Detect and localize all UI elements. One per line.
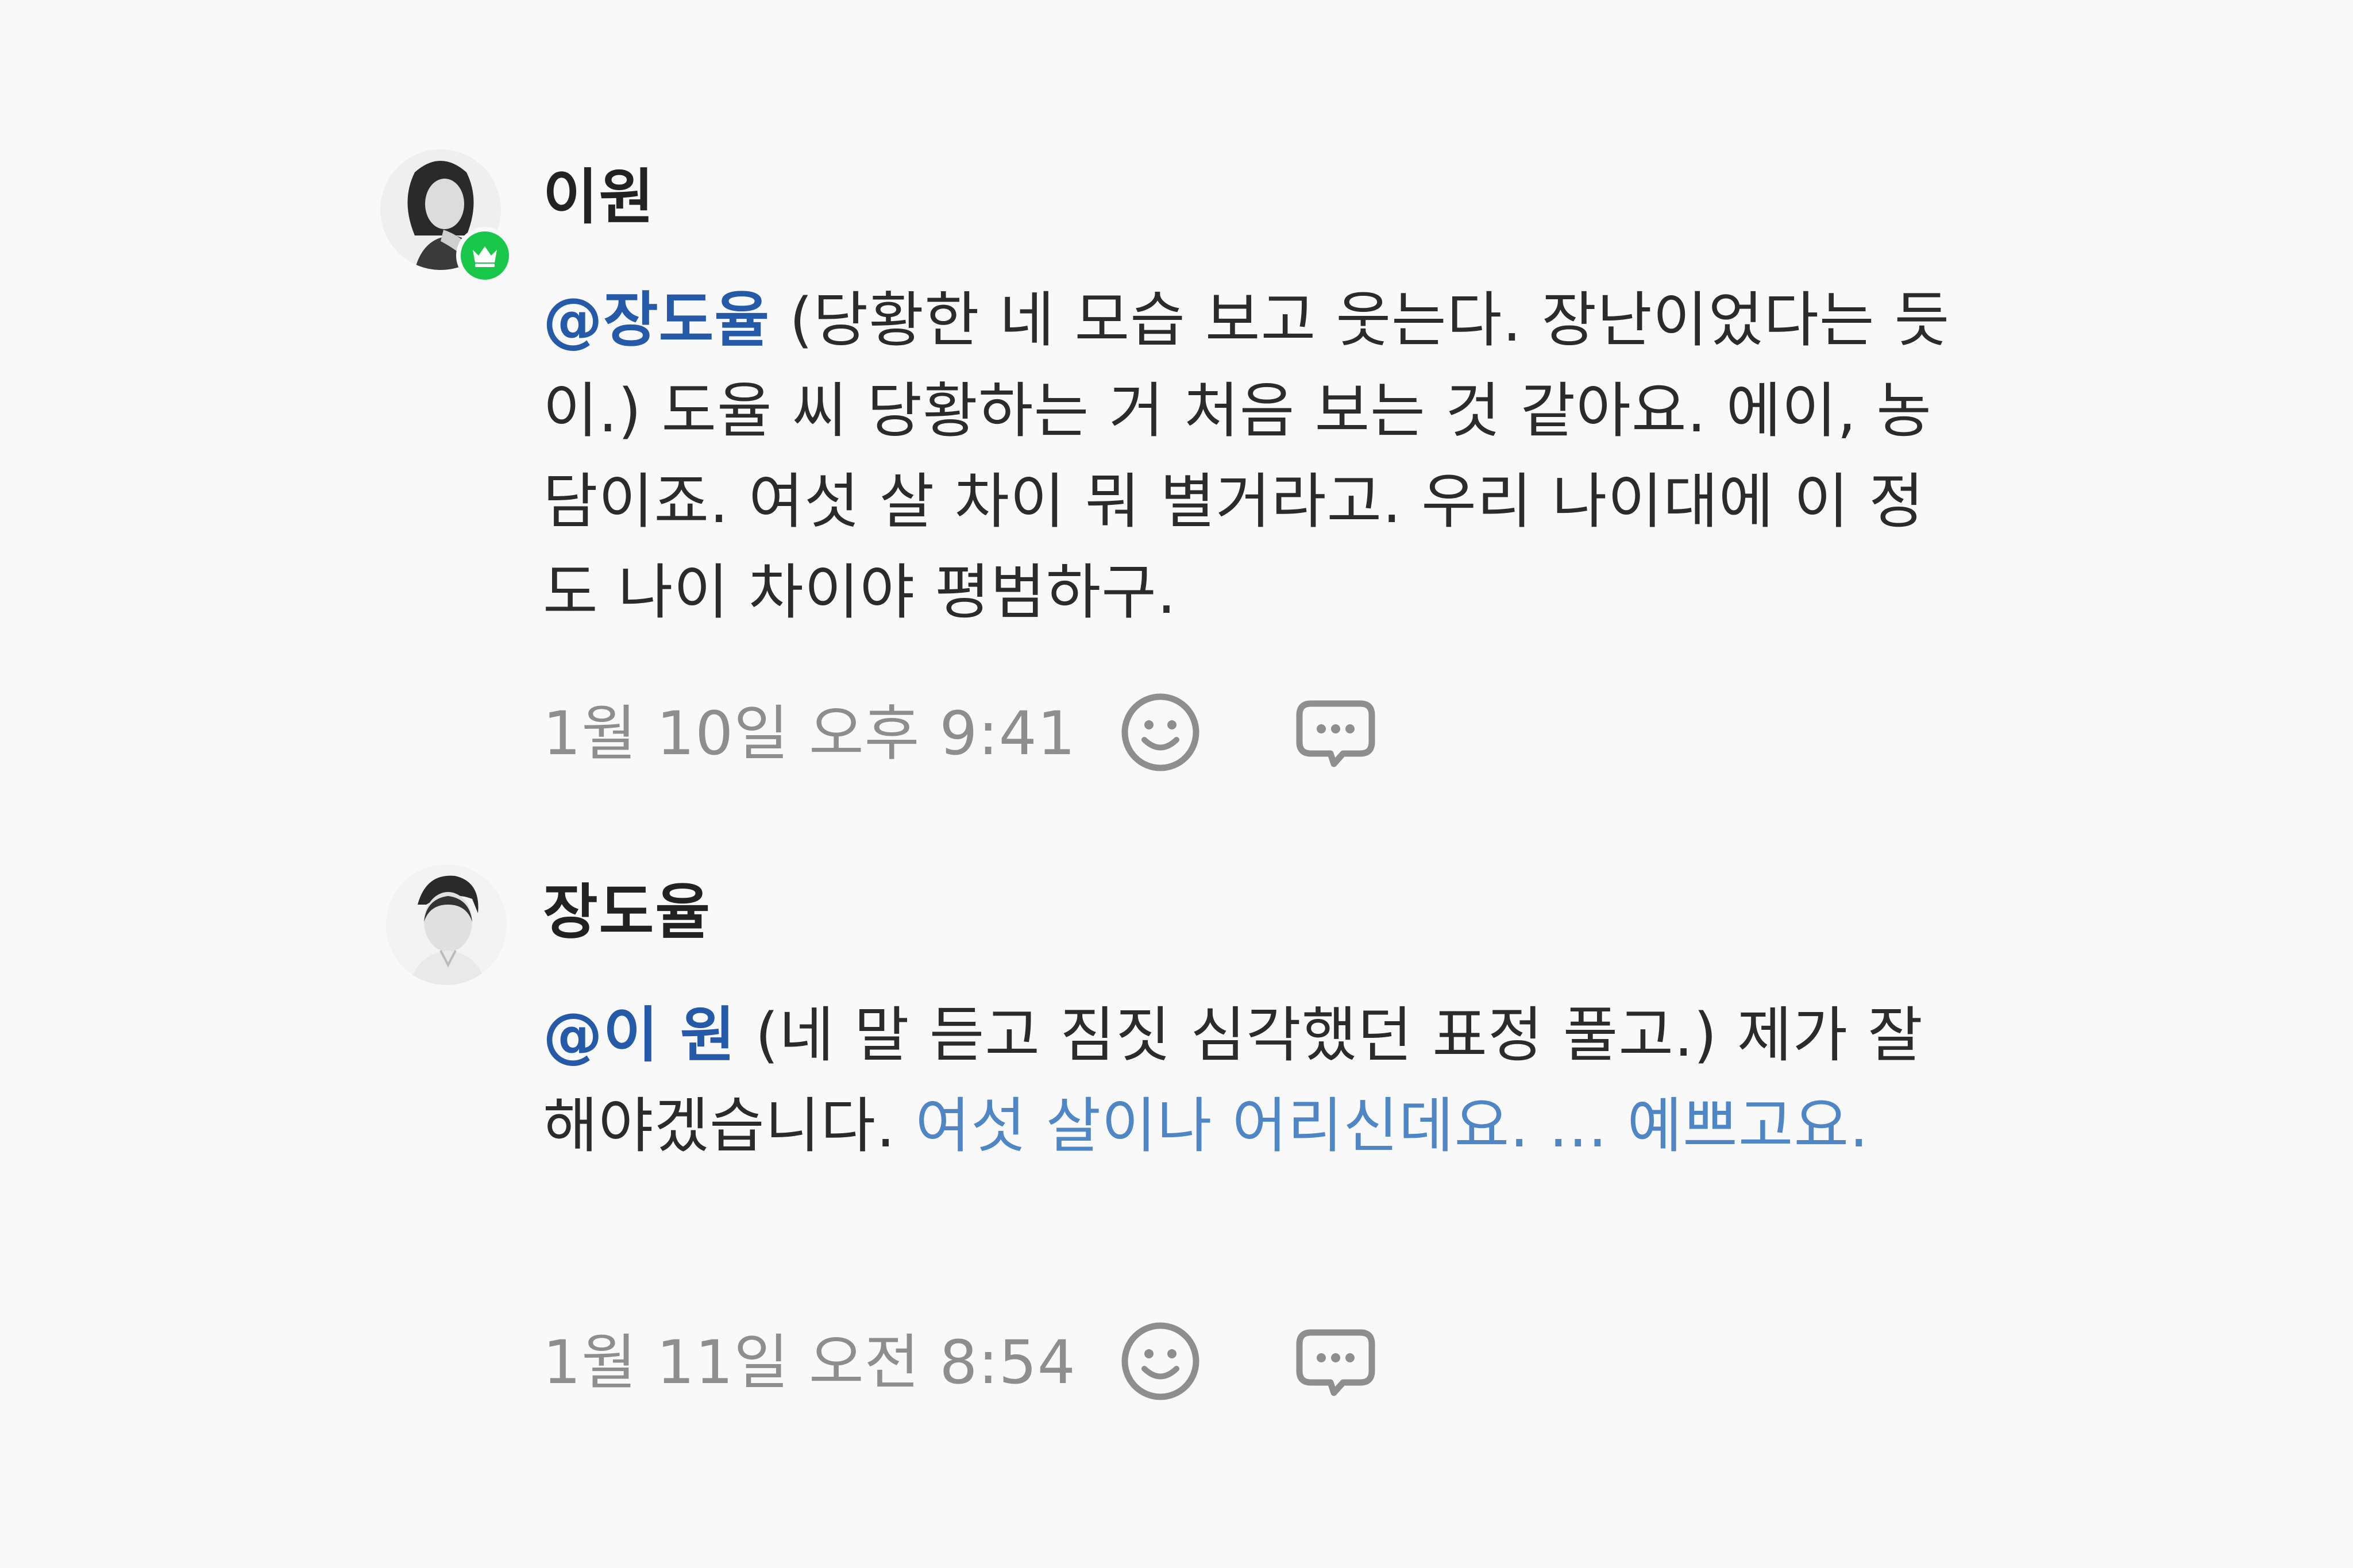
avatar[interactable]	[386, 864, 507, 985]
timestamp: 1월 11일 오전 8:54	[543, 1327, 1076, 1397]
avatar-image	[386, 864, 507, 985]
comment-body: @장도율 (당황한 네 모습 보고 웃는다. 장난이었다는 듯이.) 도율 씨 …	[543, 275, 1962, 638]
speech-bubble-icon[interactable]	[1293, 689, 1379, 775]
avatar[interactable]	[380, 149, 514, 284]
comment-author[interactable]: 이원	[543, 160, 655, 234]
timestamp: 1월 10일 오후 9:41	[543, 698, 1076, 768]
comment-author[interactable]: 장도율	[543, 875, 711, 949]
smiley-icon[interactable]	[1117, 1318, 1203, 1404]
crown-badge	[456, 227, 514, 284]
mention-link[interactable]: @장도율	[543, 285, 770, 355]
smiley-icon[interactable]	[1117, 689, 1203, 775]
mention-link[interactable]: @이 원	[543, 1000, 736, 1070]
highlighted-text: 여섯 살이나 어리신데요. ... 예쁘고요.	[915, 1091, 1869, 1161]
speech-bubble-icon[interactable]	[1293, 1318, 1379, 1404]
comment-body: @이 원 (네 말 듣고 짐짓 심각했던 표정 풀고.) 제가 잘해야겠습니다.…	[543, 990, 1962, 1171]
crown-icon	[473, 246, 497, 267]
